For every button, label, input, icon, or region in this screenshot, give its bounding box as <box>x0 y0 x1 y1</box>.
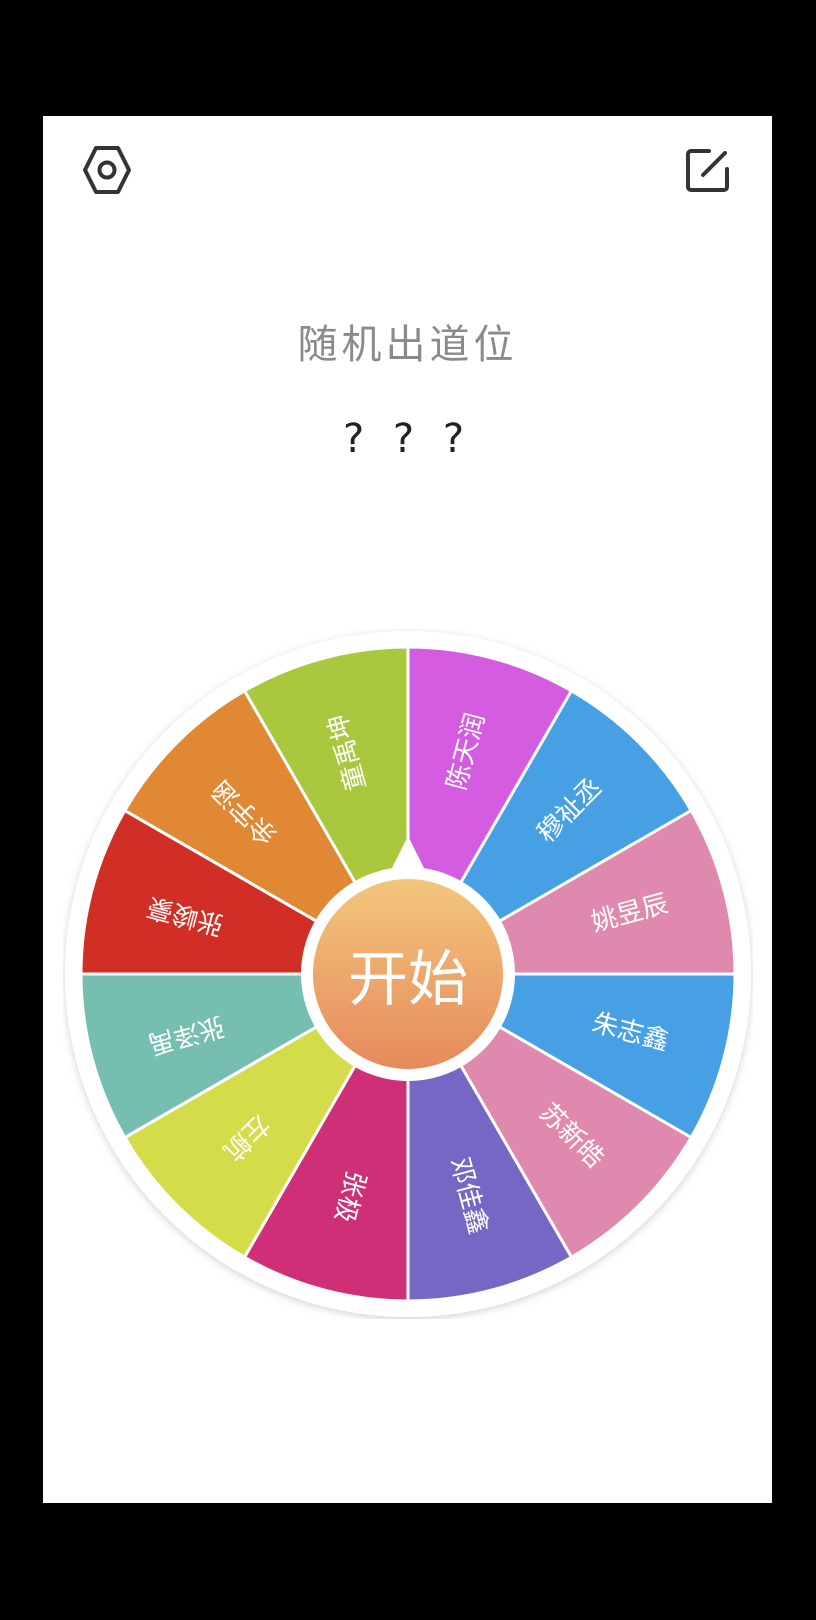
settings-icon[interactable] <box>79 142 135 198</box>
lottery-wheel[interactable]: 陈天润 穆祉丞 姚昱辰 朱志鑫 苏新皓 邓佳鑫 张极 左航 张泽禹 张峻豪 余宇涵 童禹坤 开始 <box>63 629 753 1319</box>
start-button[interactable]: 开始 <box>307 873 509 1075</box>
app-screen: 随机出道位 ? ? ? 陈天润 穆祉丞 姚昱辰 朱志鑫 苏新皓 邓佳鑫 张极 左航 张泽禹 张峻豪… <box>43 116 772 1503</box>
result-text: ? ? ? <box>342 416 473 462</box>
start-label: 开始 <box>348 944 468 1015</box>
page-title: 随机出道位 <box>297 322 518 368</box>
edit-icon[interactable] <box>680 142 736 198</box>
